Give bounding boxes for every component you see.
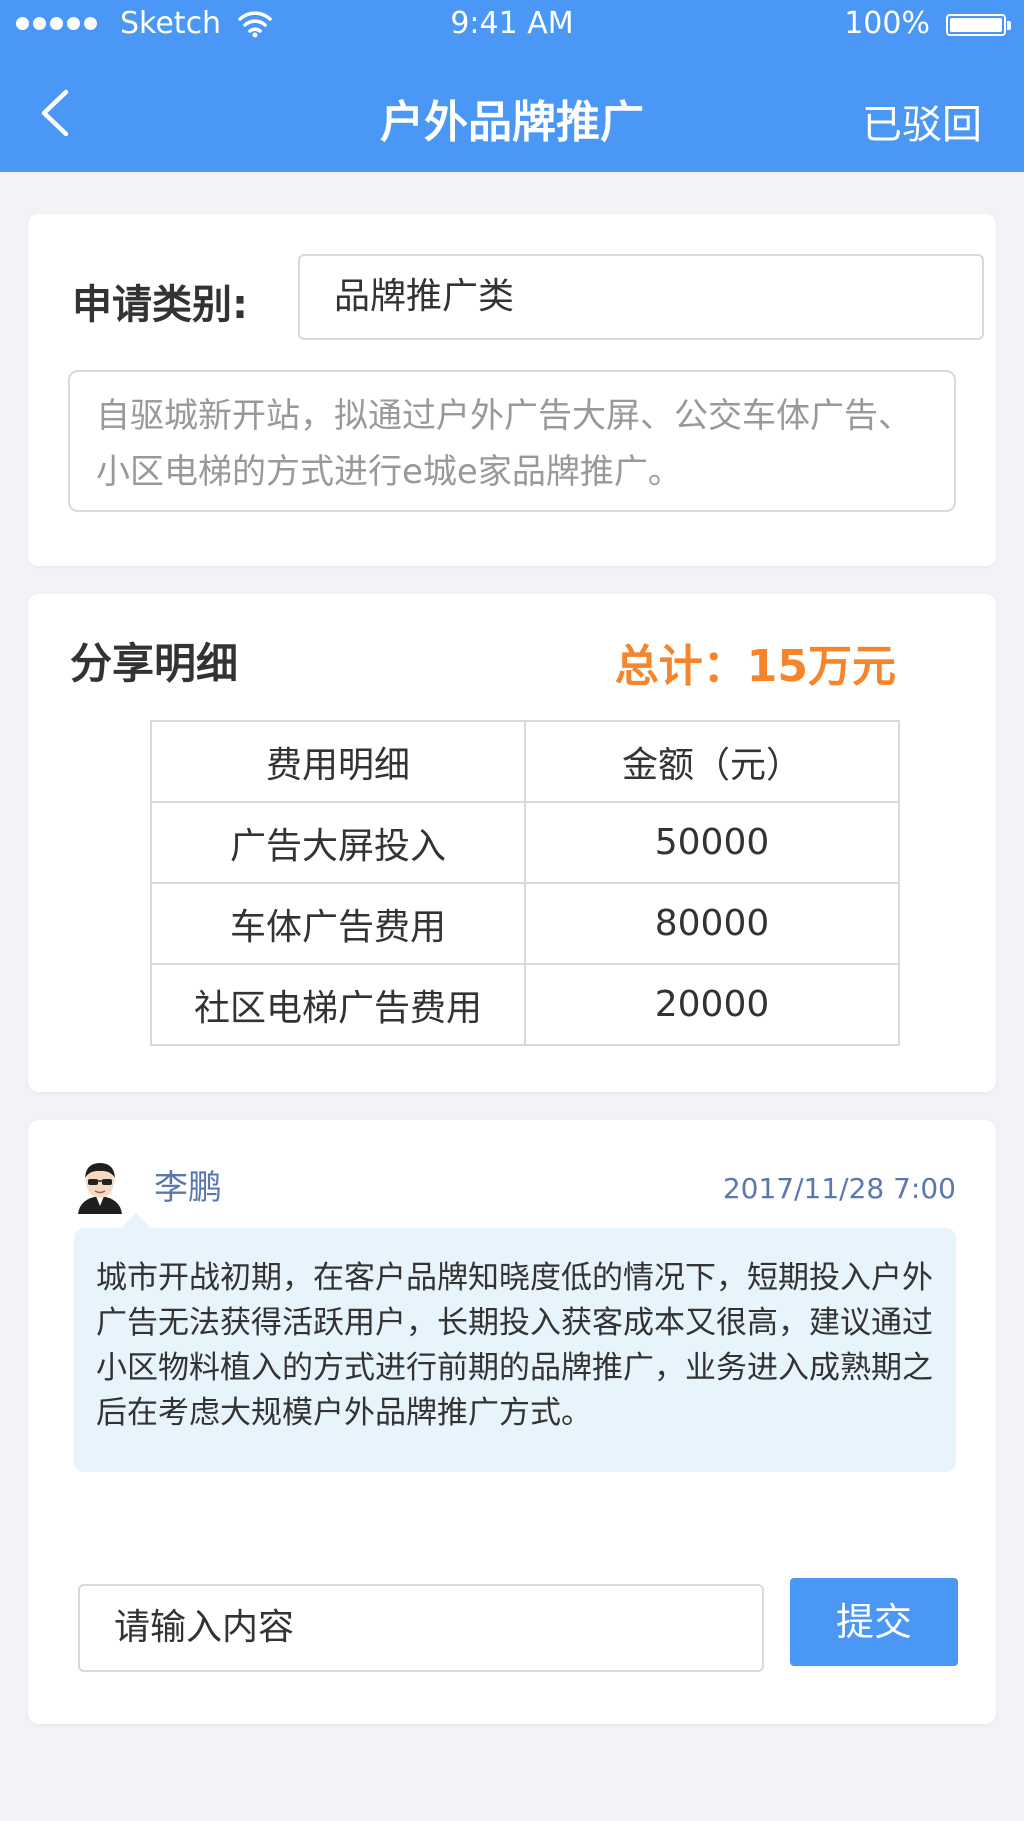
- fee-item-cell: 社区电梯广告费用: [150, 963, 526, 1046]
- status-bar: Sketch 9:41 AM 100%: [0, 0, 1024, 50]
- fee-amount-cell: 20000: [524, 963, 900, 1046]
- table-header-row: 费用明细 金额（元）: [150, 720, 900, 803]
- table-row: 社区电梯广告费用 20000: [150, 963, 900, 1046]
- comment-input[interactable]: 请输入内容: [78, 1584, 764, 1672]
- table-row: 车体广告费用 80000: [150, 882, 900, 965]
- fee-table: 费用明细 金额（元） 广告大屏投入 50000 车体广告费用 80000 社区电…: [150, 720, 900, 1046]
- header: Sketch 9:41 AM 100% 户外品牌推广 已驳回: [0, 0, 1024, 172]
- share-detail-title: 分享明细: [70, 639, 239, 688]
- header-cell: 费用明细: [150, 720, 526, 803]
- total-amount: 总计：15万元: [614, 641, 896, 692]
- status-rejected-button[interactable]: 已驳回: [862, 92, 982, 150]
- submit-button[interactable]: 提交: [790, 1578, 958, 1666]
- category-field[interactable]: 品牌推广类: [298, 254, 984, 340]
- fee-item-cell: 广告大屏投入: [150, 801, 526, 884]
- comment-card: 李鹏 2017/11/28 7:00 城市开战初期，在客户品牌知晓度低的情况下，…: [28, 1120, 996, 1724]
- comment-bubble: 城市开战初期，在客户品牌知晓度低的情况下，短期投入户外广告无法获得活跃用户，长期…: [74, 1228, 956, 1472]
- share-detail-card: 分享明细 总计：15万元 费用明细 金额（元） 广告大屏投入 50000 车体广…: [28, 594, 996, 1092]
- description-field[interactable]: 自驱城新开站，拟通过户外广告大屏、公交车体广告、小区电梯的方式进行e城e家品牌推…: [68, 370, 956, 512]
- category-label: 申请类别:: [72, 282, 248, 328]
- fee-amount-cell: 80000: [524, 882, 900, 965]
- fee-item-cell: 车体广告费用: [150, 882, 526, 965]
- table-row: 广告大屏投入 50000: [150, 801, 900, 884]
- application-card: 申请类别: 品牌推广类 自驱城新开站，拟通过户外广告大屏、公交车体广告、小区电梯…: [28, 214, 996, 566]
- commenter-name: 李鹏: [154, 1168, 222, 1208]
- battery-icon: [946, 14, 1011, 36]
- avatar: [78, 1163, 122, 1214]
- bubble-tail: [122, 1212, 150, 1228]
- battery-percent: 100%: [844, 6, 930, 41]
- comment-timestamp: 2017/11/28 7:00: [722, 1172, 956, 1205]
- fee-amount-cell: 50000: [524, 801, 900, 884]
- header-cell: 金额（元）: [524, 720, 900, 803]
